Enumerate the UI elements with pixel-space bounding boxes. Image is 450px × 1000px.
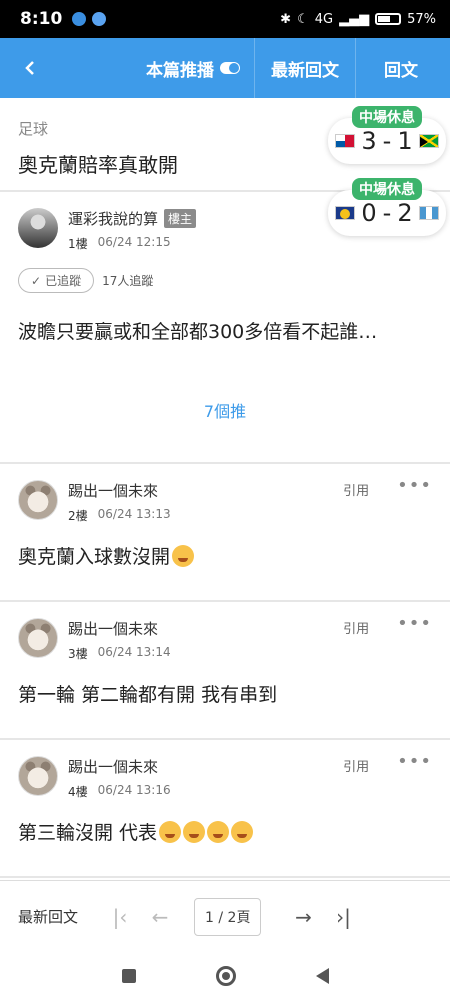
latest-replies-link[interactable]: 最新回文 (18, 906, 78, 927)
status-right: ✱ ☾ 4G ▂▄▆ 57% (280, 12, 436, 27)
status-time: 8:10 (20, 9, 63, 29)
post-time: 06/24 13:16 (97, 783, 171, 797)
back-triangle-icon[interactable] (315, 968, 329, 984)
floor-number: 3樓 (68, 647, 88, 661)
battery-percent: 57% (407, 11, 436, 27)
home-icon[interactable] (215, 966, 236, 986)
avatar[interactable] (18, 618, 58, 658)
quote-button[interactable]: 引用 (343, 480, 369, 499)
reply-body: 奧克蘭入球數沒開 (18, 542, 432, 569)
latest-replies-button[interactable]: 最新回文 (255, 38, 356, 98)
avatar[interactable] (18, 208, 58, 248)
more-options-icon[interactable]: ••• (397, 753, 432, 771)
network-label: 4G (314, 11, 334, 27)
grinning-emoji (207, 821, 230, 843)
quote-button[interactable]: 引用 (343, 756, 369, 775)
panama-flag-icon (335, 134, 356, 148)
match-status-badge: 中場休息 (352, 106, 422, 128)
back-button[interactable] (0, 38, 60, 98)
status-bar: 8:10 ✱ ☾ 4G ▂▄▆ 57% (0, 0, 450, 38)
reply-body: 第三輪沒開 代表 (18, 818, 432, 845)
away-score: 2 (397, 199, 413, 227)
push-notification-toggle[interactable]: 本篇推播 (132, 38, 255, 98)
smiling-hearts-emoji (172, 545, 195, 567)
post-time: 06/24 12:15 (97, 235, 171, 249)
pagination-bar: 最新回文 |‹ ← 1 / 2頁 → ›| (0, 880, 450, 952)
away-score: 1 (397, 127, 413, 155)
moon-icon: ☾ (297, 11, 309, 27)
grinning-emoji (231, 821, 254, 843)
post-time: 06/24 13:14 (97, 645, 171, 659)
match-status-badge: 中場休息 (352, 178, 422, 200)
notification-icon (72, 12, 87, 26)
page-selector[interactable]: 1 / 2頁 (194, 897, 262, 936)
more-options-icon[interactable]: ••• (397, 477, 432, 495)
battery-icon (375, 13, 402, 25)
solomon-islands-flag-icon (335, 206, 356, 220)
app-bar: 本篇推播 最新回文 回文 (0, 38, 450, 98)
reply-post: 踢出一個未來 2樓 06/24 13:13 引用 ••• 奧克蘭入球數沒開 (0, 464, 450, 602)
host-badge: 樓主 (164, 209, 197, 228)
reply-post: 踢出一個未來 3樓 06/24 13:14 引用 ••• 第一輪 第二輪都有開 … (0, 602, 450, 740)
score-separator: - (382, 127, 392, 155)
bluetooth-icon: ✱ (280, 11, 292, 27)
hand-over-mouth-emoji (183, 821, 206, 843)
floor-number: 1樓 (68, 237, 88, 251)
notification-icon (92, 12, 107, 26)
home-score: 0 (361, 199, 377, 227)
floor-number: 2樓 (68, 509, 88, 523)
post-body: 波瞻只要贏或和全部都300多倍看不起誰… (18, 321, 378, 343)
reply-text: 第一輪 第二輪都有開 我有串到 (18, 684, 278, 706)
post-time: 06/24 13:13 (97, 507, 171, 521)
reply-body: 第一輪 第二輪都有開 我有串到 (18, 680, 432, 707)
author-name[interactable]: 踢出一個未來 (68, 756, 158, 777)
score-separator: - (382, 199, 392, 227)
recommend-count-button[interactable]: 7個推 (18, 398, 432, 422)
reply-text: 奧克蘭入球數沒開 (18, 546, 171, 568)
follow-label: 已追蹤 (45, 274, 82, 288)
thread-content: 足球 奧克蘭賠率真敢開 中場休息 3 - 1 中場休息 0 - 2 運彩我說的算… (0, 98, 450, 880)
quote-button[interactable]: 引用 (343, 618, 369, 637)
recent-apps-icon[interactable] (121, 969, 136, 983)
floor-number: 4樓 (68, 785, 88, 799)
author-name[interactable]: 運彩我說的算 (68, 208, 158, 229)
reply-button[interactable]: 回文 (356, 38, 450, 98)
hand-over-mouth-emoji (159, 821, 182, 843)
push-label: 本篇推播 (146, 60, 214, 81)
author-name[interactable]: 踢出一個未來 (68, 618, 158, 639)
avatar[interactable] (18, 756, 58, 796)
last-page-icon[interactable]: ›| (323, 905, 363, 929)
reply-text: 第三輪沒開 代表 (18, 822, 158, 844)
prev-page-icon[interactable]: ← (140, 905, 180, 929)
live-score-widget[interactable]: 中場休息 3 - 1 (328, 106, 446, 164)
avatar[interactable] (18, 480, 58, 520)
toggle-switch-icon (220, 62, 240, 74)
live-score-widget[interactable]: 中場休息 0 - 2 (328, 178, 446, 236)
chevron-left-icon (25, 61, 34, 75)
main-post: 中場休息 0 - 2 運彩我說的算 樓主 1樓 06/24 12:15 ✓ 已追… (0, 178, 450, 464)
jamaica-flag-icon (418, 134, 439, 148)
first-page-icon[interactable]: |‹ (100, 905, 140, 929)
reply-post: 踢出一個未來 4樓 06/24 13:16 引用 ••• 第三輪沒開 代表 (0, 740, 450, 878)
next-page-icon[interactable]: → (283, 905, 323, 929)
signal-icon: ▂▄▆ (339, 11, 370, 27)
check-icon: ✓ (31, 273, 42, 288)
guatemala-flag-icon (418, 206, 439, 220)
more-options-icon[interactable]: ••• (397, 615, 432, 633)
follow-button[interactable]: ✓ 已追蹤 (18, 268, 95, 293)
home-score: 3 (361, 127, 377, 155)
author-name[interactable]: 踢出一個未來 (68, 480, 158, 501)
system-navigation-bar (0, 952, 450, 1000)
follow-count: 17人追蹤 (102, 274, 154, 288)
